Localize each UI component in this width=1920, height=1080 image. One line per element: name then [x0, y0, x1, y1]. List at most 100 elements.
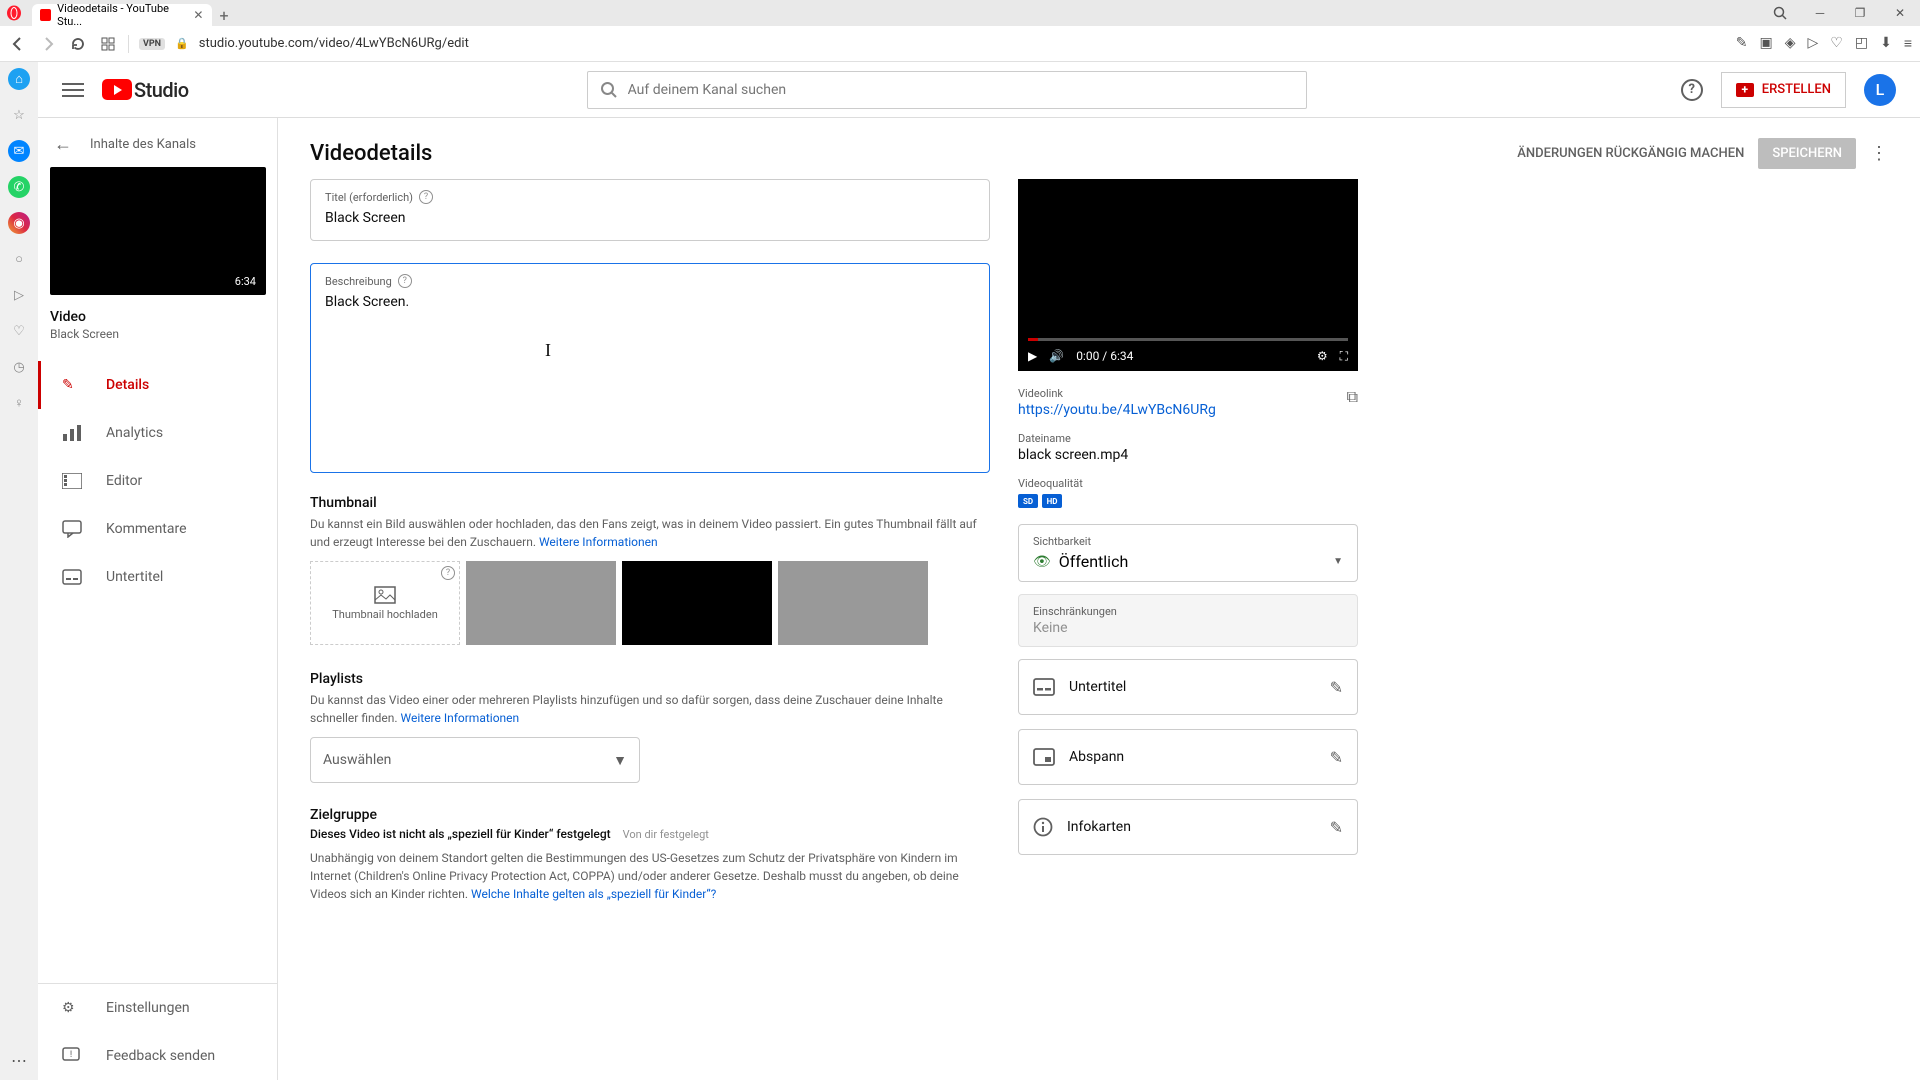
description-field[interactable]: Beschreibung ? Black Screen. I: [310, 263, 990, 473]
hamburger-menu[interactable]: [62, 83, 84, 97]
chevron-down-icon: ▼: [1333, 556, 1343, 567]
create-icon: [1736, 83, 1754, 97]
video-thumbnail[interactable]: 6:34: [50, 167, 266, 295]
create-button[interactable]: ERSTELLEN: [1721, 72, 1846, 108]
video-player[interactable]: ▶ 🔊 0:00 / 6:34 ⚙ ⛶: [1018, 179, 1358, 371]
thumbnail-option-3[interactable]: [778, 561, 928, 645]
thumbnail-option-2[interactable]: [622, 561, 772, 645]
endscreen-card[interactable]: Abspann ✎: [1018, 729, 1358, 785]
subtitles-label: Untertitel: [1069, 679, 1126, 695]
audience-link[interactable]: Welche Inhalte gelten als „speziell für …: [471, 887, 716, 901]
studio-logo[interactable]: Studio: [102, 78, 189, 102]
help-icon[interactable]: ?: [1681, 79, 1703, 101]
send-icon[interactable]: ▷: [1808, 35, 1819, 52]
playlist-select[interactable]: Auswählen ▼: [310, 737, 640, 783]
help-icon[interactable]: ?: [441, 566, 455, 580]
playlists-desc: Du kannst das Video einer oder mehreren …: [310, 691, 990, 727]
nav-settings[interactable]: ⚙ Einstellungen: [38, 984, 277, 1032]
infocards-card[interactable]: Infokarten ✎: [1018, 799, 1358, 855]
bookmark-icon[interactable]: ✎: [1736, 35, 1748, 52]
thumbnail-heading: Thumbnail: [310, 495, 990, 511]
lock-icon[interactable]: 🔒: [175, 37, 189, 50]
thumbnail-option-1[interactable]: [466, 561, 616, 645]
opera-sb-circle[interactable]: ○: [8, 248, 30, 270]
nav-editor[interactable]: Editor: [38, 457, 277, 505]
opera-sb-messenger[interactable]: ✉: [8, 140, 30, 162]
help-icon[interactable]: ?: [419, 190, 433, 204]
volume-icon[interactable]: 🔊: [1049, 349, 1064, 363]
settings-icon[interactable]: ⚙: [1317, 349, 1328, 364]
help-icon[interactable]: ?: [398, 274, 412, 288]
subtitles-icon: [1033, 678, 1055, 696]
subtitles-icon: [62, 569, 84, 585]
download-icon[interactable]: ⬇: [1880, 35, 1892, 52]
opera-sb-star[interactable]: ☆: [8, 104, 30, 126]
undo-button[interactable]: ÄNDERUNGEN RÜCKGÄNGIG MACHEN: [1517, 146, 1744, 161]
nav-details[interactable]: ✎ Details: [38, 361, 277, 409]
visibility-label: Sichtbarkeit: [1033, 535, 1343, 548]
thumbnail-upload[interactable]: ? Thumbnail hochladen: [310, 561, 460, 645]
cube-icon[interactable]: ◰: [1855, 35, 1868, 52]
main-content: Videodetails ÄNDERUNGEN RÜCKGÄNGIG MACHE…: [278, 118, 1920, 1080]
comments-icon: [62, 520, 84, 538]
title-input[interactable]: Black Screen: [325, 210, 975, 226]
shield-icon[interactable]: ◈: [1785, 35, 1796, 52]
analytics-icon: [62, 424, 84, 442]
desc-input[interactable]: Black Screen.: [325, 294, 975, 310]
nav-comments[interactable]: Kommentare: [38, 505, 277, 553]
more-menu[interactable]: ⋮: [1870, 143, 1888, 164]
pencil-icon[interactable]: ✎: [1330, 818, 1343, 837]
reload-button[interactable]: [68, 34, 88, 54]
new-tab-button[interactable]: +: [212, 4, 236, 26]
visibility-card[interactable]: Sichtbarkeit 👁 Öffentlich ▼: [1018, 524, 1358, 582]
play-icon[interactable]: ▶: [1028, 349, 1037, 363]
nav-subtitles[interactable]: Untertitel: [38, 553, 277, 601]
vpn-badge[interactable]: VPN: [139, 38, 165, 50]
opera-sb-bulb[interactable]: ♀: [8, 392, 30, 414]
subtitles-card[interactable]: Untertitel ✎: [1018, 659, 1358, 715]
pencil-icon[interactable]: ✎: [1330, 748, 1343, 767]
heart-icon[interactable]: ♡: [1830, 35, 1843, 52]
browser-tab[interactable]: Videodetails - YouTube Stu... ✕: [32, 4, 212, 26]
audience-text: Unabhängig von deinem Standort gelten di…: [310, 849, 990, 903]
avatar[interactable]: L: [1864, 74, 1896, 106]
nav-analytics[interactable]: Analytics: [38, 409, 277, 457]
copy-icon[interactable]: ⧉: [1347, 387, 1358, 407]
back-button[interactable]: [8, 34, 28, 54]
speed-dial-icon[interactable]: [98, 34, 118, 54]
opera-sb-play[interactable]: ▷: [8, 284, 30, 306]
opera-sb-whatsapp[interactable]: ✆: [8, 176, 30, 198]
opera-sb-instagram[interactable]: ◉: [8, 212, 30, 234]
maximize-icon[interactable]: ❐: [1840, 0, 1880, 26]
fullscreen-icon[interactable]: ⛶: [1340, 349, 1348, 364]
channel-search[interactable]: [587, 71, 1307, 109]
opera-sb-clock[interactable]: ◷: [8, 356, 30, 378]
image-icon: [374, 586, 396, 604]
opera-sb-more[interactable]: ⋯: [11, 1051, 27, 1070]
url-text[interactable]: studio.youtube.com/video/4LwYBcN6URg/edi…: [199, 36, 469, 51]
minimize-icon[interactable]: ─: [1800, 0, 1840, 26]
forward-button[interactable]: [38, 34, 58, 54]
close-window-icon[interactable]: ✕: [1880, 0, 1920, 26]
quality-label: Videoqualität: [1018, 477, 1358, 490]
save-button[interactable]: SPEICHERN: [1758, 138, 1856, 169]
opera-sb-heart[interactable]: ♡: [8, 320, 30, 342]
close-tab-icon[interactable]: ✕: [193, 9, 204, 21]
menu-icon[interactable]: ≡: [1904, 35, 1912, 52]
search-input[interactable]: [628, 82, 1294, 98]
thumbnail-desc: Du kannst ein Bild auswählen oder hochla…: [310, 515, 990, 551]
camera-icon[interactable]: ▣: [1760, 35, 1773, 52]
thumbnail-more-link[interactable]: Weitere Informationen: [539, 535, 658, 549]
videolink[interactable]: https://youtu.be/4LwYBcN6URg: [1018, 402, 1216, 418]
back-to-channel[interactable]: ← Inhalte des Kanals: [50, 126, 265, 167]
nav-feedback[interactable]: ! Feedback senden: [38, 1032, 277, 1080]
title-field[interactable]: Titel (erforderlich) ? Black Screen: [310, 179, 990, 241]
playlists-more-link[interactable]: Weitere Informationen: [401, 711, 520, 725]
pencil-icon[interactable]: ✎: [1330, 678, 1343, 697]
gear-icon: ⚙: [62, 1000, 84, 1016]
filename-label: Dateiname: [1018, 432, 1358, 445]
search-icon[interactable]: [1760, 0, 1800, 26]
opera-sb-home[interactable]: ⌂: [8, 68, 30, 90]
audience-status: Dieses Video ist nicht als „speziell für…: [310, 827, 611, 841]
restrictions-label: Einschränkungen: [1033, 605, 1343, 618]
